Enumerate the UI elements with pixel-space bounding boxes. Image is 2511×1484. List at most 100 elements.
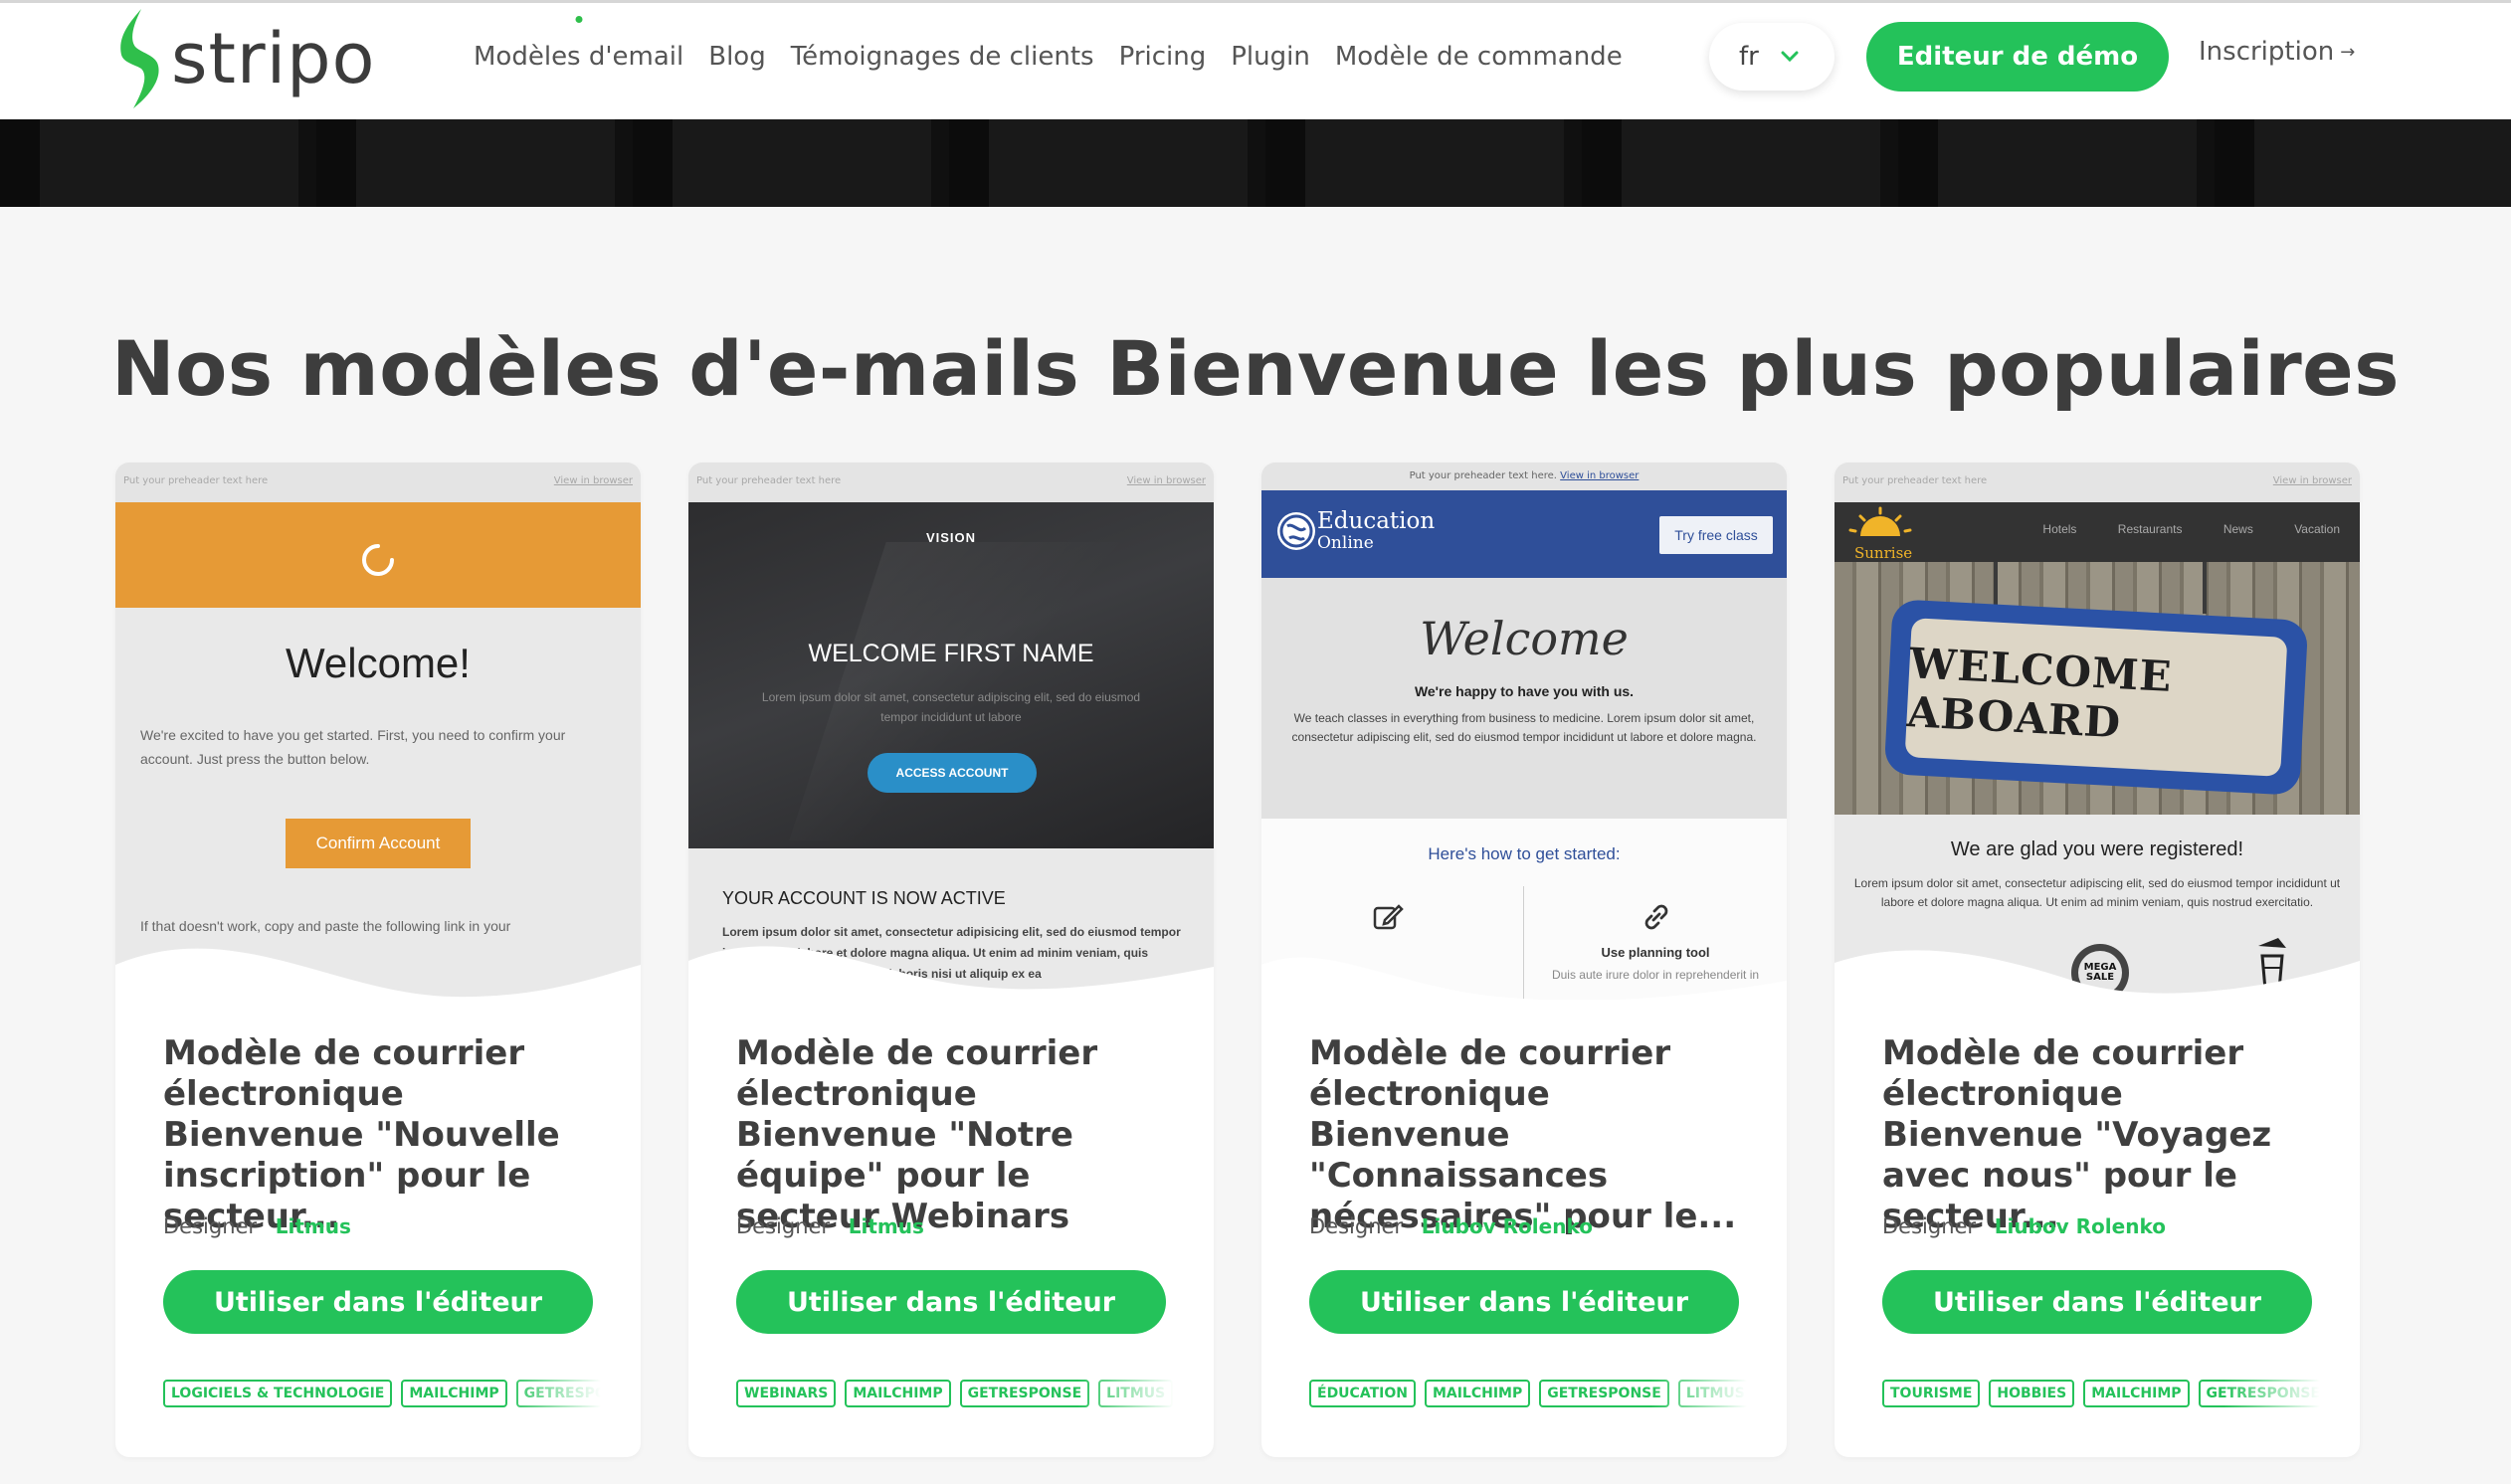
designer-name-link[interactable]: Litmus (276, 1214, 351, 1238)
language-selector[interactable]: fr (1709, 23, 1835, 91)
view-in-browser-link: View in browser (2272, 475, 2352, 486)
sun-logo-icon: Sunrise (1848, 506, 1912, 562)
preheader-label: Put your preheader text here. (1409, 470, 1557, 481)
designer-name-link[interactable]: Liubov Rolenko (1995, 1214, 2166, 1238)
card-title[interactable]: Modèle de courrier électronique Bienvenu… (736, 1033, 1184, 1237)
welcome-sign: WELCOME ABOARD (1883, 599, 2309, 796)
preheader-text: Put your preheader text here (123, 475, 269, 486)
wave-divider (1835, 950, 2360, 1000)
template-preview[interactable]: Put your preheader text here View in bro… (688, 463, 1214, 1000)
main-nav: Modèles d'email Blog Témoignages de clie… (474, 3, 1647, 110)
preview-confirm-button: Confirm Account (286, 819, 471, 868)
nav-item-email-templates[interactable]: Modèles d'email (474, 16, 684, 72)
nav-item-order-template[interactable]: Modèle de commande (1335, 42, 1623, 72)
tag[interactable]: GETRESPONSE (959, 1380, 1090, 1407)
preview-brand: Education Online (1317, 510, 1435, 554)
preview-menu: Hotels Restaurants News Vacation (2005, 522, 2340, 536)
tag[interactable]: TOURISME (1882, 1380, 1981, 1407)
tag[interactable]: GETRESPONSE (1539, 1380, 1669, 1407)
globe-icon (1277, 512, 1315, 550)
preview-access-button: ACCESS ACCOUNT (868, 753, 1037, 793)
preview-heading: We are glad you were registered! (1950, 838, 2244, 860)
tag[interactable]: MAILCHIMP (401, 1380, 507, 1407)
use-in-editor-button[interactable]: Utiliser dans l'éditeur (1309, 1270, 1739, 1334)
tag[interactable]: HOBBIES (1989, 1380, 2075, 1407)
sign-rope (2203, 562, 2207, 614)
preview-preheader: Put your preheader text here View in bro… (688, 463, 1214, 502)
template-preview[interactable]: Put your preheader text here View in bro… (1835, 463, 2360, 1000)
chevron-down-icon (1781, 51, 1799, 63)
nav-item-label: Modèles d'email (474, 42, 684, 72)
logo-wordmark: stripo (171, 18, 376, 99)
preview-preheader: Put your preheader text here. View in br… (1261, 463, 1787, 490)
tag[interactable]: MAILCHIMP (845, 1380, 951, 1407)
designer-label: Designer (163, 1214, 258, 1238)
nav-item-pricing[interactable]: Pricing (1119, 42, 1207, 72)
designer-line: Designer Litmus (736, 1214, 924, 1238)
preheader-text: Put your preheader text here (696, 475, 842, 486)
welcome-sign-text: WELCOME ABOARD (1904, 618, 2288, 777)
designer-label: Designer (1882, 1214, 1977, 1238)
preview-menu-item: Hotels (2042, 522, 2077, 536)
view-in-browser-link: View in browser (1560, 470, 1640, 481)
tag[interactable]: GETRESPONSE (515, 1380, 601, 1407)
preview-header: Sunrise Hotels Restaurants News Vacation (1835, 502, 2360, 562)
wave-divider (688, 946, 1214, 1000)
signup-label: Inscription (2199, 37, 2335, 67)
preview-free-class-button: Try free class (1659, 516, 1773, 554)
brand-name: Sunrise (1854, 544, 1912, 562)
preview-hero (688, 502, 1214, 848)
use-in-editor-button[interactable]: Utiliser dans l'éditeur (1882, 1270, 2312, 1334)
preheader-text: Put your preheader text here. View in br… (1261, 470, 1787, 481)
tag[interactable]: LITMUS (1098, 1380, 1174, 1407)
designer-line: Designer Liubov Rolenko (1309, 1214, 1593, 1238)
welcome-aboard-photo: WELCOME ABOARD (1835, 562, 2360, 815)
use-in-editor-button[interactable]: Utiliser dans l'éditeur (163, 1270, 593, 1334)
arrow-right-icon: → (2340, 41, 2356, 63)
template-card[interactable]: Put your preheader text here View in bro… (688, 463, 1214, 1457)
template-card[interactable]: Put your preheader text here View in bro… (115, 463, 641, 1457)
hero-image-strip (0, 119, 2511, 207)
tag-list: ÉDUCATION MAILCHIMP GETRESPONSE LITMUS (1309, 1380, 1747, 1409)
stripo-logo[interactable]: stripo (111, 7, 375, 110)
designer-name-link[interactable]: Liubov Rolenko (1422, 1214, 1593, 1238)
designer-name-link[interactable]: Litmus (849, 1214, 924, 1238)
tag[interactable]: LOGICIELS & TECHNOLOGIE (163, 1380, 393, 1407)
designer-line: Designer Liubov Rolenko (1882, 1214, 2166, 1238)
preview-menu-item: Restaurants (2117, 522, 2183, 536)
template-card[interactable]: Put your preheader text here. View in br… (1261, 463, 1787, 1457)
wave-divider (1261, 957, 1787, 1000)
tag-list: WEBINARS MAILCHIMP GETRESPONSE LITMUS (736, 1380, 1174, 1409)
tag[interactable]: MAILCHIMP (1424, 1380, 1531, 1407)
nav-item-plugin[interactable]: Plugin (1231, 42, 1310, 72)
designer-line: Designer Litmus (163, 1214, 351, 1238)
preview-text: We teach classes in everything from busi… (1291, 711, 1757, 744)
tag[interactable]: GETRESPONSE (2198, 1380, 2320, 1407)
tag[interactable]: LITMUS (1677, 1380, 1747, 1407)
preview-header: Education Online Try free class (1261, 490, 1787, 578)
nav-item-blog[interactable]: Blog (708, 42, 765, 72)
tag[interactable]: WEBINARS (736, 1380, 837, 1407)
use-in-editor-button[interactable]: Utiliser dans l'éditeur (736, 1270, 1166, 1334)
designer-label: Designer (1309, 1214, 1404, 1238)
template-preview[interactable]: Put your preheader text here View in bro… (115, 463, 641, 1000)
tag[interactable]: ÉDUCATION (1309, 1380, 1416, 1407)
card-title[interactable]: Modèle de courrier électronique Bienvenu… (163, 1033, 611, 1237)
tag[interactable]: MAILCHIMP (2083, 1380, 2190, 1407)
preview-header-bar (115, 502, 641, 608)
demo-editor-button[interactable]: Editeur de démo (1866, 22, 2169, 92)
active-indicator-dot (575, 16, 583, 23)
preview-text: Lorem ipsum dolor sit amet, consectetur … (761, 690, 1141, 724)
template-card[interactable]: Put your preheader text here View in bro… (1835, 463, 2360, 1457)
view-in-browser-link: View in browser (1126, 475, 1206, 486)
preview-text: We're excited to have you get started. F… (140, 727, 566, 767)
card-title[interactable]: Modèle de courrier électronique Bienvenu… (1882, 1033, 2330, 1237)
template-preview[interactable]: Put your preheader text here. View in br… (1261, 463, 1787, 1000)
preview-heading: WELCOME FIRST NAME (808, 640, 1094, 667)
preview-subheading: We're happy to have you with us. (1414, 683, 1635, 699)
brand-line-1: Education (1317, 508, 1436, 534)
signup-link[interactable]: Inscription → (2199, 37, 2355, 67)
nav-item-testimonials[interactable]: Témoignages de clients (791, 42, 1094, 72)
preview-heading: Welcome! (286, 640, 471, 686)
card-title[interactable]: Modèle de courrier électronique Bienvenu… (1309, 1033, 1757, 1237)
